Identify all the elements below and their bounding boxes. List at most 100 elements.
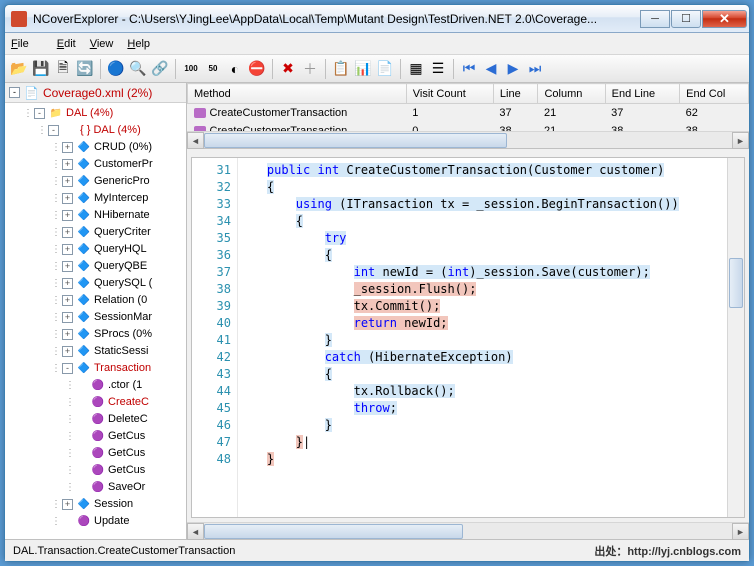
tree-root-expander[interactable]: - bbox=[9, 87, 20, 98]
col-header[interactable]: Visit Count bbox=[406, 84, 493, 104]
tree-row[interactable]: ⋮+🔷QuerySQL ( bbox=[5, 275, 186, 292]
tree-row[interactable]: ⋮🟣CreateC bbox=[5, 394, 186, 411]
grid-row[interactable]: CreateCustomerTransaction137213762 bbox=[188, 104, 749, 122]
tree-row[interactable]: ⋮+🔷CRUD (0%) bbox=[5, 139, 186, 156]
save-icon[interactable]: 💾 bbox=[31, 59, 51, 79]
tree-row[interactable]: ⋮🟣Update bbox=[5, 513, 186, 530]
tree-row[interactable]: ⋮-🔷Transaction bbox=[5, 360, 186, 377]
tree-row[interactable]: ⋮+🔷Relation (0 bbox=[5, 292, 186, 309]
refresh-icon[interactable]: 🔄 bbox=[75, 59, 95, 79]
report3-icon[interactable]: 📄 bbox=[375, 59, 395, 79]
link-icon[interactable]: 🔗 bbox=[150, 59, 170, 79]
scroll-right-icon[interactable]: ► bbox=[732, 132, 749, 149]
tree[interactable]: ⋮-📁DAL (4%)⋮-{ } DAL (4%)⋮+🔷CRUD (0%)⋮+🔷… bbox=[5, 103, 186, 539]
scroll-left-icon[interactable]: ◄ bbox=[187, 523, 204, 540]
col-header[interactable]: Method bbox=[188, 84, 407, 104]
expander-icon[interactable]: + bbox=[62, 227, 73, 238]
code-vscroll[interactable] bbox=[727, 158, 744, 517]
grid-row[interactable]: CreateCustomerTransaction038213838 bbox=[188, 122, 749, 132]
tree-row[interactable]: ⋮+🔷NHibernate bbox=[5, 207, 186, 224]
expander-icon[interactable]: + bbox=[62, 261, 73, 272]
nav-first-icon[interactable]: ⏮ bbox=[459, 59, 479, 79]
expander-icon[interactable]: - bbox=[48, 125, 59, 136]
expander-icon[interactable]: - bbox=[34, 108, 45, 119]
ncover-icon[interactable]: 🔵 bbox=[106, 59, 126, 79]
expander-icon[interactable]: + bbox=[62, 329, 73, 340]
tree-row[interactable]: ⋮🟣GetCus bbox=[5, 445, 186, 462]
scroll-thumb[interactable] bbox=[204, 133, 507, 148]
report2-icon[interactable]: 📊 bbox=[353, 59, 373, 79]
close-button[interactable]: ✕ bbox=[702, 10, 747, 28]
tree-row[interactable]: ⋮+🔷MyIntercep bbox=[5, 190, 186, 207]
expander-icon[interactable]: + bbox=[62, 193, 73, 204]
maximize-button[interactable]: ☐ bbox=[671, 10, 701, 28]
line-number: 42 bbox=[192, 349, 231, 366]
col-header[interactable]: Line bbox=[493, 84, 538, 104]
expander-icon[interactable]: + bbox=[62, 346, 73, 357]
expander-icon[interactable]: + bbox=[62, 499, 73, 510]
scroll-thumb[interactable] bbox=[204, 524, 463, 539]
tree-row[interactable]: ⋮+🔷SessionMar bbox=[5, 309, 186, 326]
code-hscroll[interactable]: ◄ ► bbox=[187, 522, 749, 539]
menu-help[interactable]: Help bbox=[127, 38, 150, 50]
expander-icon[interactable]: + bbox=[62, 159, 73, 170]
tree-row[interactable]: ⋮+🔷SProcs (0% bbox=[5, 326, 186, 343]
add-icon[interactable]: ＋ bbox=[300, 59, 320, 79]
tree-row[interactable]: ⋮+🔷QueryQBE bbox=[5, 258, 186, 275]
tree-row[interactable]: ⋮🟣GetCus bbox=[5, 462, 186, 479]
tree-row[interactable]: ⋮+🔷QueryCriter bbox=[5, 224, 186, 241]
nav-last-icon[interactable]: ⏭ bbox=[525, 59, 545, 79]
saveall-icon[interactable]: 🗎 bbox=[53, 59, 73, 79]
expander-icon[interactable]: - bbox=[62, 363, 73, 374]
tree-row[interactable]: ⋮-📁DAL (4%) bbox=[5, 105, 186, 122]
open-icon[interactable]: 📂 bbox=[9, 59, 29, 79]
nav-prev-icon[interactable]: ◀ bbox=[481, 59, 501, 79]
percent50-icon[interactable]: 50 bbox=[203, 59, 223, 79]
menu-file[interactable]: File bbox=[11, 38, 43, 50]
percentany-icon[interactable]: ◐ bbox=[225, 59, 245, 79]
tree-row[interactable]: ⋮+🔷StaticSessi bbox=[5, 343, 186, 360]
titlebar[interactable]: NCoverExplorer - C:\Users\YJingLee\AppDa… bbox=[5, 5, 749, 33]
expander-icon[interactable]: + bbox=[62, 244, 73, 255]
find-icon[interactable]: 🔍 bbox=[128, 59, 148, 79]
code-area[interactable]: public int CreateCustomerTransaction(Cus… bbox=[238, 158, 727, 517]
code-line: catch (HibernateException) bbox=[238, 349, 727, 366]
percent100-icon[interactable]: 100 bbox=[181, 59, 201, 79]
stop-icon[interactable]: ⛔ bbox=[247, 59, 267, 79]
tree-row[interactable]: ⋮+🔷QueryHQL bbox=[5, 241, 186, 258]
tree-row[interactable]: ⋮🟣DeleteC bbox=[5, 411, 186, 428]
expander-icon[interactable]: + bbox=[62, 176, 73, 187]
tree-row[interactable]: ⋮+🔷CustomerPr bbox=[5, 156, 186, 173]
scroll-left-icon[interactable]: ◄ bbox=[187, 132, 204, 149]
tree-root-label[interactable]: Coverage0.xml (2%) bbox=[43, 86, 152, 100]
nav-next-icon[interactable]: ▶ bbox=[503, 59, 523, 79]
report1-icon[interactable]: 📋 bbox=[331, 59, 351, 79]
menu-view[interactable]: View bbox=[90, 38, 114, 50]
method-grid[interactable]: MethodVisit CountLineColumnEnd LineEnd C… bbox=[187, 83, 749, 131]
pane2-icon[interactable]: ☰ bbox=[428, 59, 448, 79]
tree-row[interactable]: ⋮🟣.ctor (1 bbox=[5, 377, 186, 394]
col-header[interactable]: End Line bbox=[605, 84, 679, 104]
tree-row[interactable]: ⋮-{ } DAL (4%) bbox=[5, 122, 186, 139]
expander-icon[interactable]: + bbox=[62, 142, 73, 153]
vscroll-thumb[interactable] bbox=[729, 258, 743, 308]
delete-icon[interactable]: ✖ bbox=[278, 59, 298, 79]
cls-icon: 🔷 bbox=[77, 363, 91, 375]
tree-row[interactable]: ⋮🟣GetCus bbox=[5, 428, 186, 445]
scroll-right-icon[interactable]: ► bbox=[732, 523, 749, 540]
col-header[interactable]: End Col bbox=[680, 84, 749, 104]
minimize-button[interactable]: ─ bbox=[640, 10, 670, 28]
expander-icon[interactable]: + bbox=[62, 210, 73, 221]
tree-row[interactable]: ⋮+🔷GenericPro bbox=[5, 173, 186, 190]
col-header[interactable]: Column bbox=[538, 84, 605, 104]
tree-row[interactable]: ⋮+🔷Session bbox=[5, 496, 186, 513]
expander-icon[interactable]: + bbox=[62, 312, 73, 323]
tree-label: Session bbox=[94, 496, 133, 513]
grid-hscroll[interactable]: ◄ ► bbox=[187, 131, 749, 148]
tree-row[interactable]: ⋮🟣SaveOr bbox=[5, 479, 186, 496]
expander-icon[interactable]: + bbox=[62, 295, 73, 306]
menu-edit[interactable]: Edit bbox=[57, 38, 76, 50]
pane1-icon[interactable]: ▦ bbox=[406, 59, 426, 79]
code-line: return newId; bbox=[238, 315, 727, 332]
expander-icon[interactable]: + bbox=[62, 278, 73, 289]
